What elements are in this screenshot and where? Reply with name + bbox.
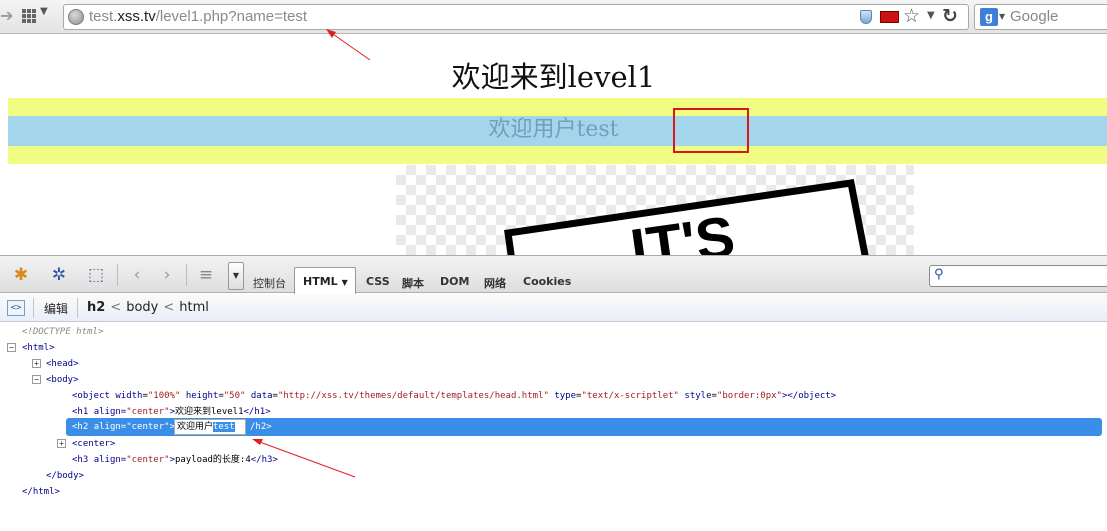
tab-network[interactable]: 网络 [484, 275, 506, 291]
collapse-toggle-icon[interactable]: − [7, 343, 16, 352]
tree-html-close[interactable]: </html> [22, 484, 60, 500]
breadcrumb-item-h2[interactable]: h2 [87, 300, 105, 315]
object-close-tag: ></object> [781, 391, 837, 401]
tree-html-open[interactable]: <html> [22, 340, 55, 356]
tab-cookies[interactable]: Cookies [523, 275, 571, 288]
search-icon: ⚲ [934, 267, 944, 282]
collapse-toggle-icon[interactable]: − [32, 375, 41, 384]
tab-html-label: HTML [303, 275, 338, 288]
firebug-breadcrumb-bar: <> 编辑 h2 < body < html [0, 294, 1107, 322]
list-icon[interactable]: ≡ [196, 265, 216, 285]
tab-css[interactable]: CSS [366, 275, 390, 288]
expand-toggle-icon[interactable]: + [32, 359, 41, 368]
h1-text: 欢迎来到level1 [174, 407, 244, 417]
tab-html[interactable]: HTML ▼ [294, 267, 356, 294]
inspect-pointer-icon[interactable]: ⬚ [86, 265, 106, 285]
h2-close-tag: /h2> [250, 422, 272, 432]
breadcrumb-separator: < [110, 300, 122, 315]
h3-text: payload的长度:4 [174, 455, 251, 465]
h1-tag: <h1 [72, 407, 89, 417]
h2-text-edit-box[interactable]: 欢迎用户test [174, 419, 246, 435]
attr-name: type [554, 391, 577, 401]
forward-chevron-icon[interactable]: › [157, 265, 177, 285]
h1-close-tag: </h1> [243, 407, 271, 417]
edit-button[interactable]: 编辑 [44, 300, 68, 317]
attr-name: height [185, 391, 219, 401]
tree-head[interactable]: <head> [46, 356, 79, 372]
attr-name: align= [93, 455, 127, 465]
attr-value: "50" [223, 391, 246, 401]
h2-tag: <h2 [72, 422, 89, 432]
chevron-down-icon: ▼ [341, 278, 348, 287]
attr-name: align= [93, 407, 127, 417]
toolbar-divider [117, 264, 118, 286]
back-chevron-icon[interactable]: ‹ [127, 265, 147, 285]
attr-value: "text/x-scriptlet" [581, 391, 679, 401]
h3-tag: <h3 [72, 455, 89, 465]
object-tag: <object [72, 391, 110, 401]
h3-close-tag: </h3> [250, 455, 278, 465]
firebug-search-input[interactable]: ⚲ [929, 265, 1107, 287]
attr-value: "center" [126, 422, 170, 432]
expand-toggle-icon[interactable]: + [57, 439, 66, 448]
html-tree: <!DOCTYPE html> − <html> + <head> − <bod… [0, 324, 1107, 531]
tree-body-close[interactable]: </body> [46, 468, 84, 484]
tree-h2-node-selected[interactable]: <h2 align="center"> 欢迎用户test /h2> [66, 418, 1102, 436]
attr-name: align= [93, 422, 127, 432]
tab-script[interactable]: 脚本 [402, 275, 424, 291]
toolbar-divider [77, 298, 78, 318]
breadcrumb: h2 < body < html [87, 300, 209, 315]
code-icon[interactable]: <> [7, 300, 25, 316]
h2-text-prefix: 欢迎用户 [177, 422, 214, 432]
tree-h3-node[interactable]: <h3 align="center">payload的长度:4</h3> [72, 452, 278, 468]
attr-name: width [115, 391, 143, 401]
toolbar-divider [186, 264, 187, 286]
firebug-bug-icon[interactable]: ✱ [11, 265, 31, 285]
tree-center-node[interactable]: <center> [72, 436, 115, 452]
h2-open-tag: <h2 align="center"> [72, 422, 175, 432]
firebug-toolbar: ✱ ✲ ⬚ ‹ › ≡ ▼ 控制台 HTML ▼ CSS 脚本 DOM 网络 Co… [0, 255, 1107, 294]
tree-body-open[interactable]: <body> [46, 372, 79, 388]
attr-value: "http://xss.tv/themes/default/templates/… [277, 391, 549, 401]
tree-object-node[interactable]: <object width="100%" height="50" data="h… [72, 388, 836, 404]
breadcrumb-item-body[interactable]: body [126, 300, 158, 315]
attr-value: "center" [126, 455, 170, 465]
attr-value: "center" [126, 407, 170, 417]
attr-name: style [684, 391, 712, 401]
breadcrumb-separator: < [163, 300, 175, 315]
h2-text-selected: test [213, 422, 235, 432]
attr-value: "border:0px" [716, 391, 782, 401]
breadcrumb-item-html[interactable]: html [179, 300, 209, 315]
tree-doctype: <!DOCTYPE html> [22, 327, 104, 337]
toolbar-divider [33, 298, 34, 318]
attr-name: data [250, 391, 273, 401]
inspect-bug-icon[interactable]: ✲ [49, 265, 69, 285]
tab-console[interactable]: 控制台 [253, 275, 286, 291]
panel-dropdown-button[interactable]: ▼ [228, 262, 244, 290]
arrow-head-url [326, 29, 336, 38]
attr-value: "100%" [147, 391, 181, 401]
arrow-line-url [329, 31, 371, 61]
tab-dom[interactable]: DOM [440, 275, 469, 288]
